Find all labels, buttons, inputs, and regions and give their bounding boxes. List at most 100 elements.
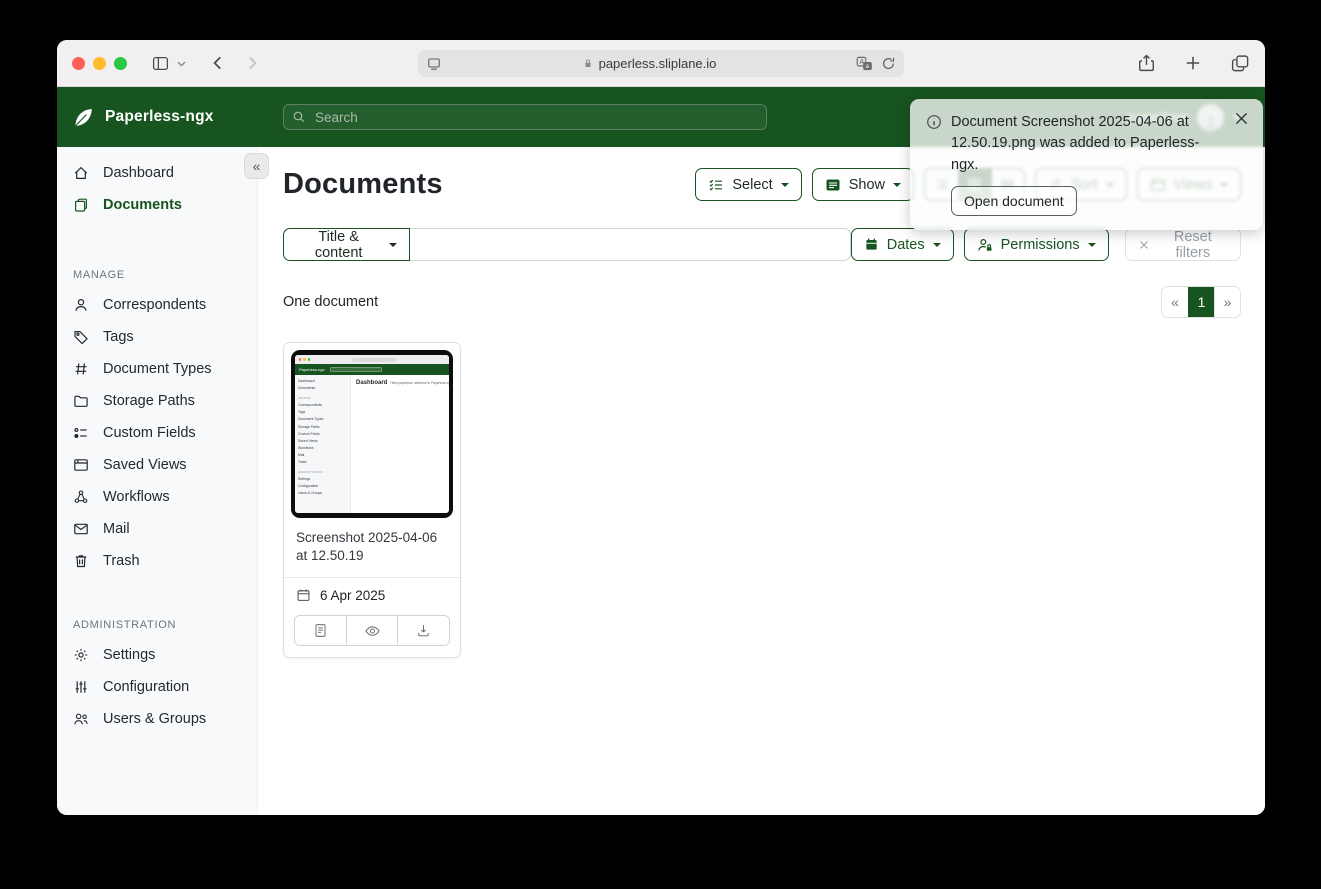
- thumb-dashboard: Dashboard Hello paperless, welcome to Pa…: [351, 375, 449, 513]
- sidebar-item-label: Documents: [103, 197, 182, 213]
- reset-filters-button[interactable]: Reset filters: [1125, 228, 1241, 261]
- page-title: Documents: [283, 168, 443, 201]
- tab-group-chevron-icon[interactable]: [176, 58, 187, 69]
- sidebar-item-correspondents[interactable]: Correspondents: [57, 289, 257, 321]
- document-card[interactable]: Paperless-ngx Dashboard Documents MANAGE…: [283, 342, 461, 658]
- hash-icon: [73, 361, 89, 377]
- info-icon: [926, 114, 942, 176]
- document-download-button[interactable]: [397, 616, 449, 645]
- back-button[interactable]: [209, 54, 227, 72]
- close-window-button[interactable]: [72, 57, 85, 70]
- permissions-label: Permissions: [1001, 237, 1080, 253]
- document-title[interactable]: Screenshot 2025-04-06 at 12.50.19: [284, 518, 460, 578]
- sidebar-item-label: Saved Views: [103, 457, 187, 473]
- gear-icon: [73, 647, 89, 663]
- search-icon: [292, 110, 306, 124]
- document-date-row: 6 Apr 2025: [284, 578, 460, 613]
- url-bar[interactable]: paperless.sliplane.io Aa: [418, 50, 904, 77]
- chevron-down-icon: [893, 183, 901, 187]
- show-label: Show: [849, 177, 885, 193]
- pagination-next-button[interactable]: »: [1214, 287, 1240, 317]
- sidebar-item-workflows[interactable]: Workflows: [57, 481, 257, 513]
- lock-icon: [582, 57, 594, 70]
- browser-toolbar: paperless.sliplane.io Aa: [57, 40, 1265, 87]
- new-tab-icon[interactable]: [1184, 54, 1202, 72]
- translate-icon[interactable]: Aa: [856, 56, 873, 71]
- sidebar-item-label: Document Types: [103, 361, 212, 377]
- forward-button[interactable]: [243, 54, 261, 72]
- sidebar-item-mail[interactable]: Mail: [57, 513, 257, 545]
- folder-icon: [73, 393, 89, 409]
- minimize-window-button[interactable]: [93, 57, 106, 70]
- filter-field-dropdown[interactable]: Title & content: [283, 228, 410, 261]
- trash-icon: [73, 553, 89, 569]
- sidebar-toggle-icon[interactable]: [151, 55, 170, 72]
- sidebar-item-users-groups[interactable]: Users & Groups: [57, 703, 257, 735]
- toast-message: Document Screenshot 2025-04-06 at 12.50.…: [951, 112, 1247, 176]
- sidebar-section-administration: ADMINISTRATION: [73, 619, 241, 631]
- document-actions: [284, 613, 460, 657]
- ui-radios-icon: [73, 425, 89, 441]
- sidebar-item-custom-fields[interactable]: Custom Fields: [57, 417, 257, 449]
- sidebar-item-dashboard[interactable]: Dashboard: [57, 157, 257, 189]
- sidebar-item-label: Configuration: [103, 679, 189, 695]
- sidebar-item-settings[interactable]: Settings: [57, 639, 257, 671]
- select-dropdown-button[interactable]: Select: [695, 168, 801, 201]
- sidebar-item-label: Workflows: [103, 489, 170, 505]
- sidebar-item-storage-paths[interactable]: Storage Paths: [57, 385, 257, 417]
- dates-label: Dates: [887, 237, 925, 253]
- filter-text-input[interactable]: [410, 228, 850, 261]
- select-label: Select: [732, 177, 772, 193]
- share-icon[interactable]: [1137, 53, 1156, 73]
- thumb-browser-toolbar: [295, 355, 449, 364]
- reset-filters-label: Reset filters: [1158, 229, 1228, 261]
- chevron-down-icon: [933, 243, 941, 247]
- sidebar-item-label: Users & Groups: [103, 711, 206, 727]
- sliders-icon: [73, 679, 89, 695]
- document-preview-button[interactable]: [346, 616, 398, 645]
- reload-icon[interactable]: [881, 56, 896, 71]
- chevron-down-icon: [1088, 243, 1096, 247]
- zoom-window-button[interactable]: [114, 57, 127, 70]
- sidebar-item-documents[interactable]: Documents: [57, 189, 257, 221]
- app-name: Paperless-ngx: [105, 108, 214, 126]
- dates-dropdown-button[interactable]: Dates: [851, 228, 954, 261]
- chevron-down-icon: [781, 183, 789, 187]
- sidebar-item-configuration[interactable]: Configuration: [57, 671, 257, 703]
- filter-bar: Title & content Dates Permissions: [283, 228, 1241, 261]
- pagination-page-1-button[interactable]: 1: [1188, 287, 1214, 317]
- page-settings-icon[interactable]: [426, 56, 442, 72]
- people-icon: [73, 711, 89, 727]
- pagination-prev-button[interactable]: «: [1162, 287, 1188, 317]
- files-icon: [73, 197, 89, 213]
- tab-overview-icon[interactable]: [1230, 54, 1250, 73]
- notification-toast: Document Screenshot 2025-04-06 at 12.50.…: [910, 99, 1263, 230]
- sidebar-item-label: Storage Paths: [103, 393, 195, 409]
- permissions-dropdown-button[interactable]: Permissions: [964, 228, 1109, 261]
- workflow-nodes-icon: [73, 489, 89, 505]
- show-dropdown-button[interactable]: Show: [812, 168, 914, 201]
- document-date: 6 Apr 2025: [320, 588, 385, 603]
- sidebar-item-label: Tags: [103, 329, 134, 345]
- sidebar-item-label: Trash: [103, 553, 140, 569]
- sidebar-item-document-types[interactable]: Document Types: [57, 353, 257, 385]
- feather-logo-icon: [72, 106, 95, 129]
- app-brand: Paperless-ngx: [57, 106, 214, 129]
- global-search[interactable]: [283, 104, 767, 130]
- x-icon: [1138, 239, 1150, 251]
- sidebar-item-label: Correspondents: [103, 297, 206, 313]
- toast-close-icon[interactable]: [1231, 108, 1252, 129]
- open-document-button[interactable]: Open document: [951, 186, 1077, 216]
- sidebar-item-trash[interactable]: Trash: [57, 545, 257, 577]
- window-icon: [73, 457, 89, 473]
- tag-icon: [73, 329, 89, 345]
- document-thumbnail[interactable]: Paperless-ngx Dashboard Documents MANAGE…: [284, 343, 460, 518]
- envelope-icon: [73, 521, 89, 537]
- filter-field-label: Title & content: [296, 229, 381, 261]
- sidebar-item-tags[interactable]: Tags: [57, 321, 257, 353]
- search-input[interactable]: [313, 109, 758, 126]
- document-details-button[interactable]: [295, 616, 346, 645]
- person-lock-icon: [977, 237, 993, 253]
- sidebar-item-saved-views[interactable]: Saved Views: [57, 449, 257, 481]
- sidebar-collapse-button[interactable]: «: [244, 153, 269, 179]
